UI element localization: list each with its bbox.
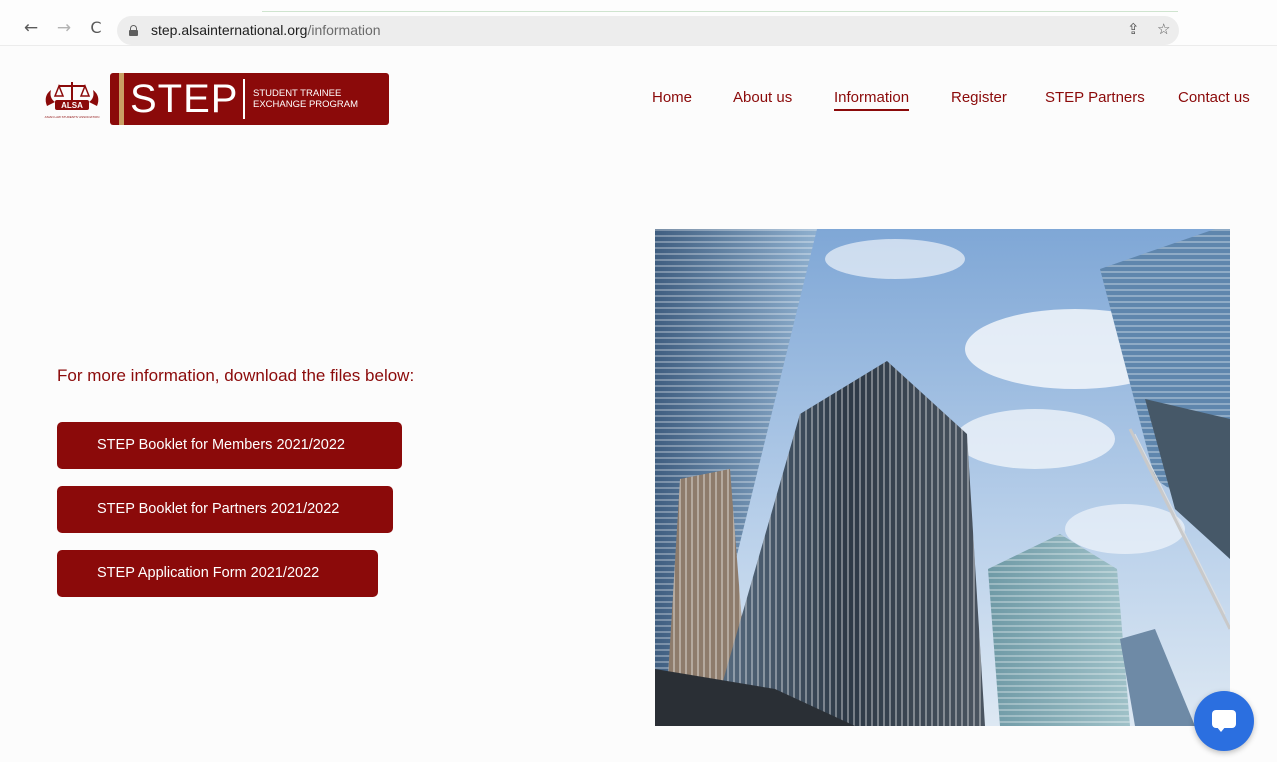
- nav-home[interactable]: Home: [652, 89, 692, 106]
- address-bar[interactable]: step.alsainternational.org/information ⇪…: [117, 16, 1179, 45]
- loading-progress-line: [262, 11, 1178, 12]
- download-intro-text: For more information, download the files…: [57, 366, 415, 385]
- download-application-form-button[interactable]: STEP Application Form 2021/2022: [57, 550, 378, 597]
- nav-information[interactable]: Information: [834, 89, 910, 111]
- nav-step-partners[interactable]: STEP Partners: [1045, 89, 1145, 106]
- reload-icon[interactable]: C: [86, 18, 106, 38]
- bookmark-star-icon[interactable]: ☆: [1157, 20, 1170, 38]
- nav-register[interactable]: Register: [951, 89, 1007, 106]
- nav-about-us[interactable]: About us: [733, 89, 792, 106]
- skyscrapers-photo: [655, 229, 1230, 726]
- share-icon[interactable]: ⇪: [1127, 20, 1140, 38]
- url-path: /information: [307, 22, 381, 38]
- alsa-emblem-caption: ASIAN LAW STUDENTS' ASSOCIATION: [45, 115, 100, 119]
- url-text[interactable]: step.alsainternational.org/information: [151, 22, 381, 38]
- logo-subtitle-line-1: STUDENT TRAINEE: [253, 88, 342, 99]
- logo-subtitle: STUDENT TRAINEE EXCHANGE PROGRAM: [253, 88, 358, 110]
- logo-gold-stripe: [119, 73, 124, 125]
- download-members-booklet-button[interactable]: STEP Booklet for Members 2021/2022: [57, 422, 402, 469]
- step-logo-box: STEP STUDENT TRAINEE EXCHANGE PROGRAM: [110, 73, 389, 125]
- nav-contact-us[interactable]: Contact us: [1178, 89, 1250, 106]
- back-arrow-icon[interactable]: ←: [21, 18, 41, 38]
- logo-step-word: STEP: [130, 77, 239, 121]
- download-partners-booklet-button[interactable]: STEP Booklet for Partners 2021/2022: [57, 486, 393, 533]
- chat-icon-tail: [1216, 726, 1226, 732]
- logo-divider: [243, 79, 245, 119]
- alsa-emblem-icon: ALSA ASIAN LAW STUDENTS' ASSOCIATION: [45, 82, 100, 119]
- forward-arrow-icon[interactable]: →: [54, 18, 74, 38]
- alsa-emblem-word: ALSA: [61, 101, 83, 110]
- logo-subtitle-line-2: EXCHANGE PROGRAM: [253, 99, 359, 110]
- browser-toolbar: ← → C step.alsainternational.org/informa…: [0, 0, 1277, 46]
- url-host: step.alsainternational.org: [151, 22, 308, 38]
- chat-widget-button[interactable]: [1194, 691, 1254, 751]
- lock-icon[interactable]: [129, 25, 138, 36]
